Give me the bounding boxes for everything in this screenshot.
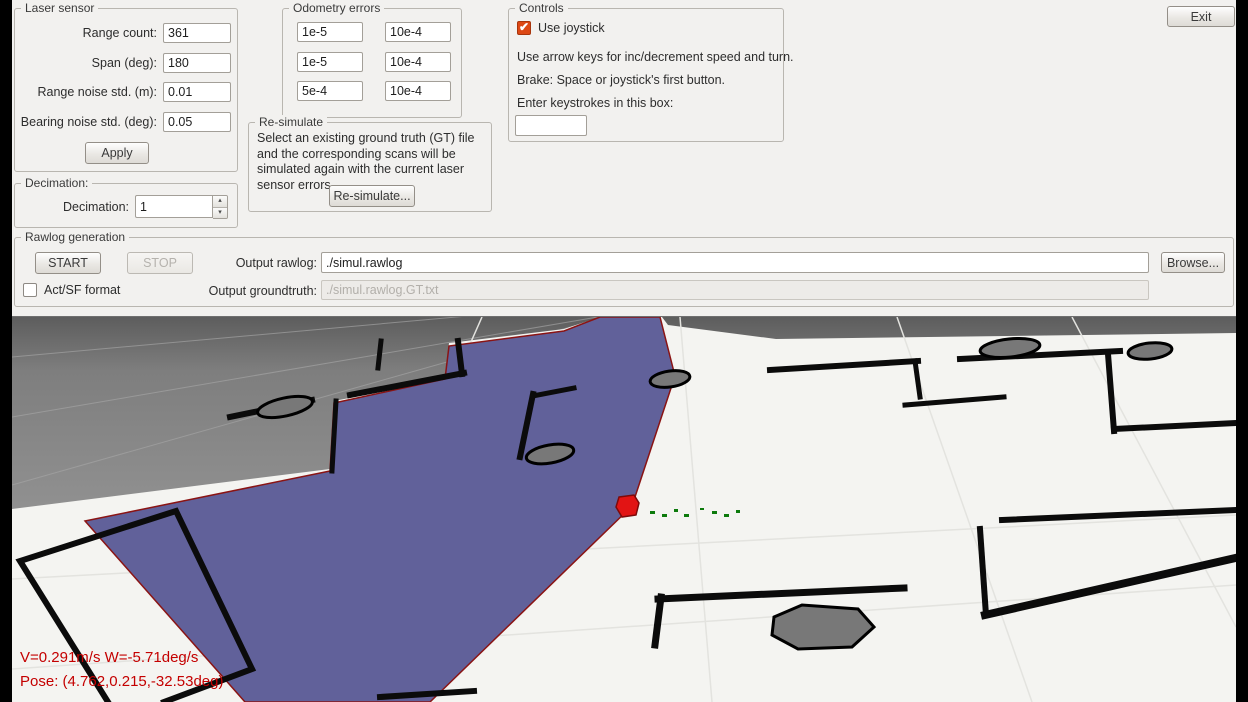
output-groundtruth-label: Output groundtruth:: [195, 284, 317, 298]
controls-title: Controls: [515, 1, 568, 15]
odom-err-00-input[interactable]: [297, 22, 363, 42]
start-button[interactable]: START: [35, 252, 101, 274]
decimation-group-title: Decimation:: [21, 176, 92, 190]
odom-err-11-input[interactable]: [385, 52, 451, 72]
controls-hint-brake: Brake: Space or joystick's first button.: [517, 73, 725, 87]
spin-down-icon[interactable]: [213, 207, 227, 218]
use-joystick-checkbox[interactable]: [517, 21, 531, 35]
stop-button[interactable]: STOP: [127, 252, 193, 274]
output-rawlog-label: Output rawlog:: [195, 256, 317, 270]
odom-err-01-input[interactable]: [385, 22, 451, 42]
decimation-input[interactable]: [135, 195, 213, 218]
act-sf-label: Act/SF format: [44, 283, 120, 297]
range-noise-label: Range noise std. (m):: [15, 85, 157, 99]
odometry-errors-title: Odometry errors: [289, 1, 384, 15]
apply-button[interactable]: Apply: [85, 142, 149, 164]
robot-marker: [616, 495, 639, 517]
resimulate-title: Re-simulate: [255, 115, 327, 129]
exit-button[interactable]: Exit: [1167, 6, 1235, 27]
bearing-noise-label: Bearing noise std. (deg):: [15, 115, 157, 129]
3d-viewport[interactable]: V=0.291m/s W=-5.71deg/s Pose: (4.762,0.2…: [12, 316, 1236, 702]
resimulate-button[interactable]: Re-simulate...: [329, 185, 415, 207]
controls-hint-arrows: Use arrow keys for inc/decrement speed a…: [517, 50, 794, 64]
use-joystick-label: Use joystick: [538, 21, 605, 35]
span-deg-label: Span (deg):: [15, 56, 157, 70]
window-edge-right: [1236, 0, 1248, 702]
range-count-label: Range count:: [15, 26, 157, 40]
controls-hint-keystrokes: Enter keystrokes in this box:: [517, 96, 673, 110]
decimation-group: Decimation: Decimation:: [14, 183, 238, 228]
simulation-scene: V=0.291m/s W=-5.71deg/s Pose: (4.762,0.2…: [12, 317, 1236, 702]
decimation-spinner: [135, 195, 228, 219]
laser-sensor-title: Laser sensor: [21, 1, 98, 15]
rawlog-generation-title: Rawlog generation: [21, 230, 129, 244]
output-rawlog-input[interactable]: [321, 252, 1149, 273]
act-sf-checkbox[interactable]: [23, 283, 37, 297]
odom-err-10-input[interactable]: [297, 52, 363, 72]
spin-up-icon[interactable]: [213, 196, 227, 207]
keystroke-input[interactable]: [515, 115, 587, 136]
odometry-errors-group: Odometry errors: [282, 8, 462, 118]
range-noise-input[interactable]: [163, 82, 231, 102]
hud-pose-text: Pose: (4.762,0.215,-32.53deg): [20, 673, 223, 690]
decimation-label: Decimation:: [15, 200, 129, 214]
control-panel: Laser sensor Range count: Span (deg): Ra…: [12, 0, 1236, 316]
odom-err-20-input[interactable]: [297, 81, 363, 101]
bearing-noise-input[interactable]: [163, 112, 231, 132]
odom-err-21-input[interactable]: [385, 81, 451, 101]
output-groundtruth-input: [321, 280, 1149, 300]
simulator-window: Laser sensor Range count: Span (deg): Ra…: [12, 0, 1236, 702]
browse-button[interactable]: Browse...: [1161, 252, 1225, 273]
window-edge-left: [0, 0, 12, 702]
span-deg-input[interactable]: [163, 53, 231, 73]
controls-group: Controls Use joystick Use arrow keys for…: [508, 8, 784, 142]
rawlog-generation-group: Rawlog generation START STOP Output rawl…: [14, 237, 1234, 307]
resimulate-group: Re-simulate Select an existing ground tr…: [248, 122, 492, 212]
hud-velocity-text: V=0.291m/s W=-5.71deg/s: [20, 649, 198, 666]
laser-sensor-group: Laser sensor Range count: Span (deg): Ra…: [14, 8, 238, 172]
resimulate-description: Select an existing ground truth (GT) fil…: [257, 131, 485, 193]
range-count-input[interactable]: [163, 23, 231, 43]
